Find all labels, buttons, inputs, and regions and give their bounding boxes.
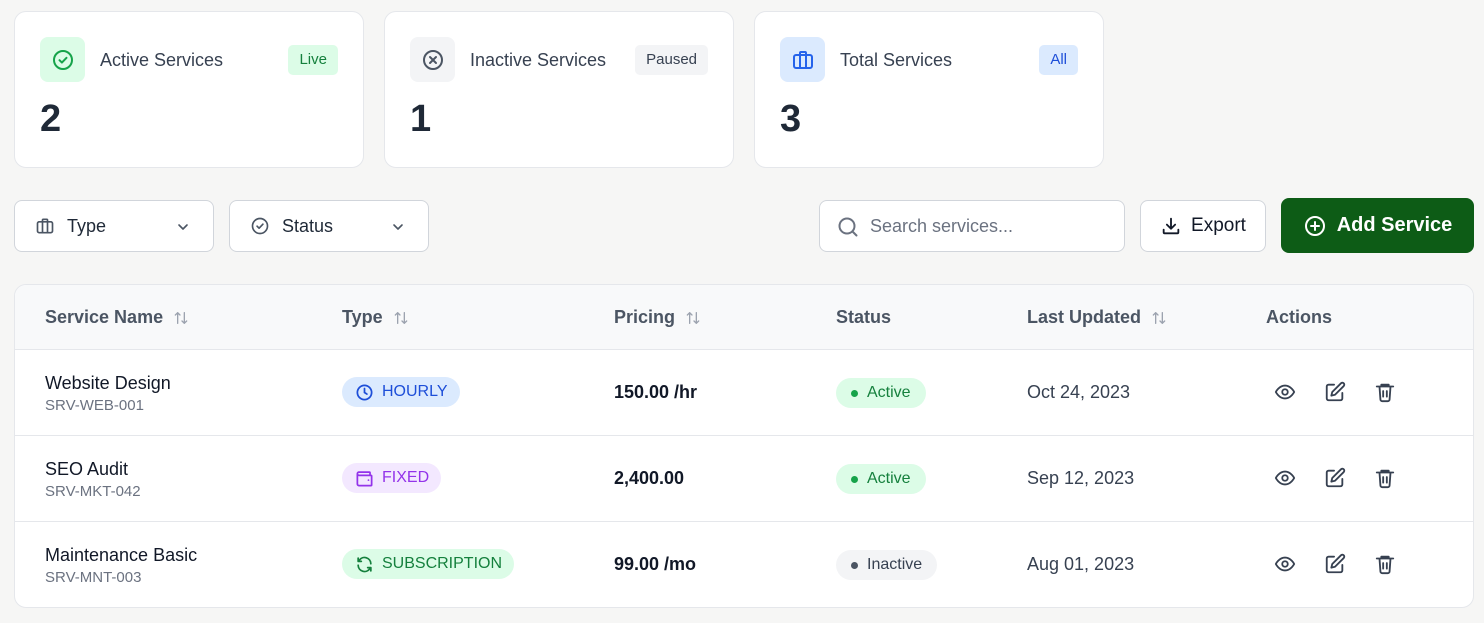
type-filter-label: Type (67, 215, 107, 236)
type-badge: SUBSCRIPTION (342, 549, 515, 579)
column-service-name[interactable]: Service Name (45, 307, 189, 328)
briefcase-icon (780, 37, 825, 82)
status-badge: Inactive (836, 550, 938, 580)
last-updated: Sep 12, 2023 (1027, 468, 1135, 488)
check-circle-icon (40, 37, 85, 82)
status-badge: Paused (635, 45, 708, 75)
plus-circle-icon (1303, 214, 1327, 238)
export-label: Export (1191, 215, 1246, 236)
total-services-card: Total Services All 3 (754, 11, 1104, 168)
column-last-updated[interactable]: Last Updated (1027, 307, 1167, 328)
status-badge: Live (288, 45, 338, 75)
edit-icon[interactable] (1324, 381, 1346, 403)
type-label: FIXED (382, 469, 430, 486)
table-row: Maintenance Basic SRV-MNT-003 SUBSCRIPTI… (15, 522, 1473, 607)
column-pricing[interactable]: Pricing (614, 307, 701, 328)
service-name: SEO Audit (45, 459, 129, 479)
service-name: Website Design (45, 373, 171, 393)
download-icon (1160, 215, 1182, 237)
trash-icon[interactable] (1374, 553, 1396, 575)
eye-icon[interactable] (1274, 553, 1296, 575)
sort-icon (685, 310, 701, 326)
stat-label: Inactive Services (470, 50, 607, 70)
status-badge: Active (836, 464, 926, 494)
inactive-services-card: Inactive Services Paused 1 (384, 11, 734, 168)
type-label: HOURLY (382, 383, 448, 400)
stat-value: 3 (780, 98, 802, 140)
search-box (819, 200, 1125, 252)
status-badge: All (1039, 45, 1078, 75)
status-badge: Active (836, 378, 926, 408)
search-input[interactable] (870, 201, 1110, 251)
sort-icon (1151, 310, 1167, 326)
chevron-down-icon (175, 219, 191, 235)
services-table: Service Name Type Pricing Status Last Up… (14, 284, 1474, 608)
status-label: Active (867, 470, 911, 487)
eye-icon[interactable] (1274, 467, 1296, 489)
stat-value: 2 (40, 98, 62, 140)
trash-icon[interactable] (1374, 467, 1396, 489)
stat-label: Active Services (100, 50, 224, 70)
sort-icon (173, 310, 189, 326)
add-service-button[interactable]: Add Service (1281, 198, 1474, 253)
edit-icon[interactable] (1324, 553, 1346, 575)
stat-label: Total Services (840, 50, 953, 70)
status-filter[interactable]: Status (229, 200, 429, 252)
pricing-value: 2,400.00 (614, 468, 685, 488)
refresh-icon (355, 555, 374, 574)
status-label: Active (867, 384, 911, 401)
column-label: Pricing (614, 307, 676, 327)
last-updated: Aug 01, 2023 (1027, 554, 1135, 574)
table-row: Website Design SRV-WEB-001 HOURLY 150.00… (15, 350, 1473, 436)
eye-icon[interactable] (1274, 381, 1296, 403)
column-label: Status (836, 307, 892, 327)
status-label: Inactive (867, 556, 923, 573)
export-button[interactable]: Export (1140, 200, 1266, 252)
briefcase-icon (35, 216, 55, 236)
table-header: Service Name Type Pricing Status Last Up… (15, 285, 1473, 350)
column-label: Type (342, 307, 383, 327)
pricing-value: 150.00 /hr (614, 382, 698, 402)
column-type[interactable]: Type (342, 307, 409, 328)
search-icon (836, 215, 860, 239)
stat-value: 1 (410, 98, 432, 140)
x-circle-icon (410, 37, 455, 82)
type-filter[interactable]: Type (14, 200, 214, 252)
service-code: SRV-MKT-042 (45, 483, 141, 500)
trash-icon[interactable] (1374, 381, 1396, 403)
pricing-value: 99.00 /mo (614, 554, 697, 574)
table-row: SEO Audit SRV-MKT-042 FIXED 2,400.00 Act… (15, 436, 1473, 522)
active-services-card: Active Services Live 2 (14, 11, 364, 168)
sort-icon (393, 310, 409, 326)
column-actions: Actions (1266, 307, 1332, 328)
service-code: SRV-WEB-001 (45, 397, 144, 414)
status-filter-label: Status (282, 215, 334, 236)
edit-icon[interactable] (1324, 467, 1346, 489)
column-label: Actions (1266, 307, 1333, 327)
column-label: Service Name (45, 307, 164, 327)
type-badge: FIXED (342, 463, 442, 493)
column-status: Status (836, 307, 891, 328)
status-dot (851, 475, 858, 483)
type-label: SUBSCRIPTION (382, 555, 503, 572)
add-service-label: Add Service (1336, 214, 1453, 236)
chevron-down-icon (390, 219, 406, 235)
service-code: SRV-MNT-003 (45, 569, 142, 586)
status-dot (851, 389, 858, 397)
type-badge: HOURLY (342, 377, 460, 407)
check-circle-icon (250, 216, 270, 236)
column-label: Last Updated (1027, 307, 1142, 327)
service-name: Maintenance Basic (45, 545, 198, 565)
wallet-icon (355, 469, 374, 488)
clock-icon (355, 383, 374, 402)
status-dot (851, 561, 858, 569)
last-updated: Oct 24, 2023 (1027, 382, 1131, 402)
